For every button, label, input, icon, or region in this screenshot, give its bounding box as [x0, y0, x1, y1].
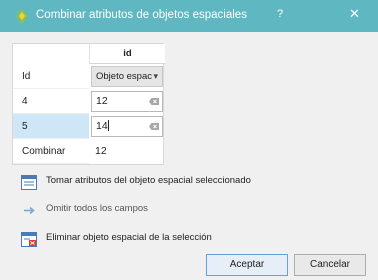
column-header-id[interactable]: id: [89, 44, 165, 64]
help-button[interactable]: ?: [277, 8, 283, 20]
table-select-icon: [21, 175, 37, 190]
clear-icon[interactable]: [149, 123, 159, 130]
table-row-strategy: Id Objeto espac ▾: [13, 64, 165, 89]
remove-feature-label: Eliminar objeto espacial de la selección: [46, 232, 212, 243]
table-row: 5 14: [13, 114, 165, 139]
row-label-selected[interactable]: 5: [13, 114, 89, 139]
merge-strategy-value: Objeto espac: [96, 71, 152, 82]
title-bar[interactable]: Combinar atributos de objetos espaciales…: [0, 0, 378, 32]
value-text: 14: [96, 120, 108, 132]
remove-feature-action[interactable]: Eliminar objeto espacial de la selección: [21, 231, 361, 249]
clear-icon[interactable]: [149, 98, 159, 105]
cancel-button[interactable]: Cancelar: [294, 254, 366, 276]
value-field[interactable]: 12: [91, 91, 163, 112]
value-cell: 12: [89, 89, 165, 114]
skip-all-action[interactable]: Omitir todos los campos: [21, 202, 361, 220]
merge-attributes-dialog: Combinar atributos de objetos espaciales…: [0, 0, 378, 280]
accept-button[interactable]: Aceptar: [206, 254, 288, 276]
merge-strategy-select[interactable]: Objeto espac ▾: [91, 66, 163, 87]
combine-cell: 12: [89, 139, 165, 164]
attribute-table: id Id Objeto espac ▾ 4 12 5 14 Combinar …: [12, 43, 165, 165]
arrow-right-icon: [24, 206, 35, 215]
table-row: 4 12: [13, 89, 165, 114]
qgis-logo-icon: [16, 9, 28, 24]
dialog-title: Combinar atributos de objetos espaciales: [36, 9, 247, 21]
strategy-cell: Objeto espac ▾: [89, 64, 165, 89]
combine-value: 12: [95, 145, 107, 157]
value-text: 12: [96, 95, 108, 107]
value-field-active[interactable]: 14: [91, 116, 163, 137]
value-cell: 14: [89, 114, 165, 139]
table-row-combine: Combinar 12: [13, 139, 165, 164]
take-attributes-action[interactable]: Tomar atributos del objeto espacial sele…: [21, 174, 361, 192]
text-cursor: [107, 120, 109, 131]
row-label-id: Id: [13, 64, 89, 89]
take-attributes-label: Tomar atributos del objeto espacial sele…: [46, 175, 251, 186]
close-button[interactable]: ✕: [349, 6, 360, 22]
table-remove-icon: [21, 232, 37, 247]
table-corner: [13, 44, 89, 64]
row-label-combine: Combinar: [13, 139, 89, 164]
skip-all-label: Omitir todos los campos: [46, 203, 148, 214]
row-label[interactable]: 4: [13, 89, 89, 114]
chevron-down-icon: ▾: [153, 71, 158, 81]
